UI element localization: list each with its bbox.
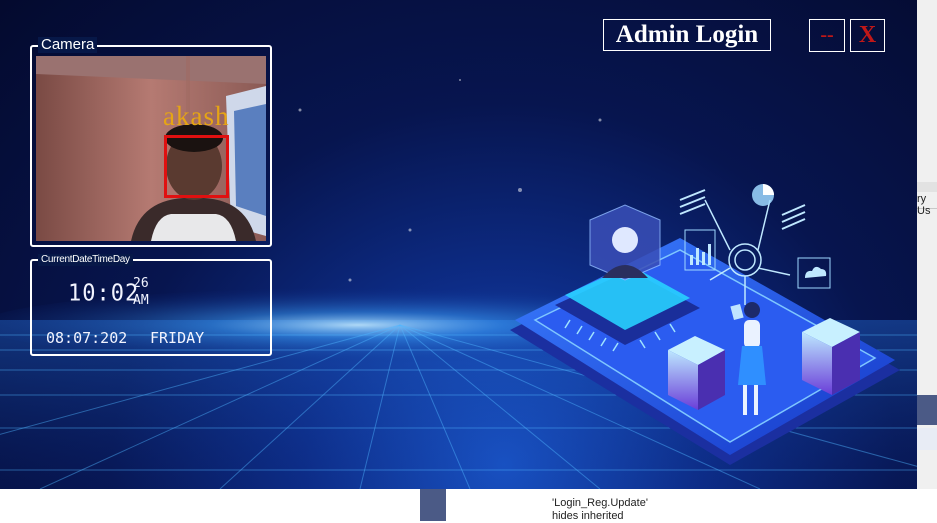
background-ide-text: ry Us — [917, 193, 931, 217]
attendance-app-window: Camera akash CurrentDateTimeDay 10:02 26… — [0, 0, 917, 489]
close-button[interactable]: X — [850, 19, 885, 52]
ide-gutter — [420, 489, 446, 521]
background-ide-editor: 'Login_Reg.Update' hides inherited — [420, 489, 937, 522]
face-detection-box — [164, 135, 229, 198]
date-value: 08:07:202 — [46, 329, 128, 347]
background-ide-panel — [917, 0, 937, 521]
camera-groupbox: Camera akash — [30, 37, 272, 247]
ide-code-line: 'Login_Reg.Update' hides inherited — [552, 497, 648, 522]
recognized-name-label: akash — [163, 101, 230, 131]
time-ampm: AM — [133, 293, 149, 308]
smartphone-illustration — [510, 184, 900, 465]
time-hours-minutes: 10:02 — [68, 280, 140, 307]
camera-legend: Camera — [38, 37, 98, 53]
admin-login-button[interactable]: Admin Login — [603, 19, 771, 51]
camera-frame-image — [36, 56, 266, 241]
time-seconds: 26 — [133, 276, 149, 291]
minimize-button[interactable]: -- — [809, 19, 845, 52]
datetime-legend: CurrentDateTimeDay — [38, 254, 133, 266]
day-value: FRIDAY — [150, 329, 205, 347]
datetime-groupbox: CurrentDateTimeDay 10:02 26 AM 08:07:202… — [30, 254, 272, 356]
camera-feed: akash — [36, 56, 266, 241]
